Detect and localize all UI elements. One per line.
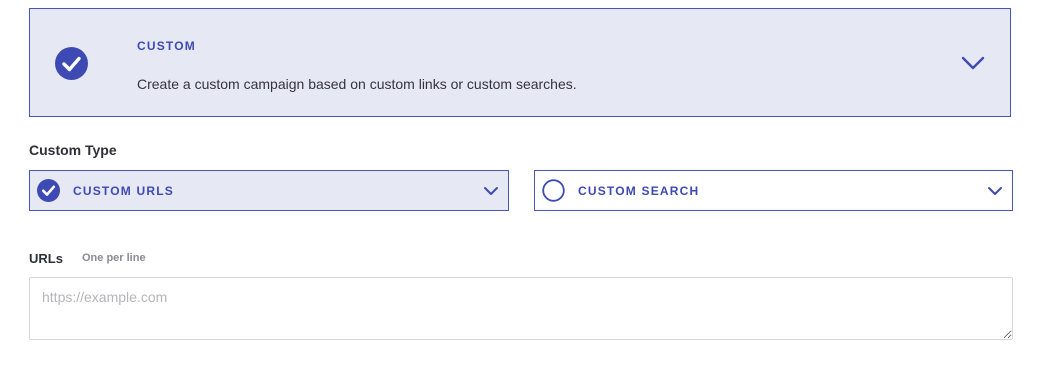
custom-urls-option[interactable]: CUSTOM URLS — [29, 170, 509, 211]
chevron-down-icon[interactable] — [987, 185, 1003, 197]
campaign-card-description: Create a custom campaign based on custom… — [137, 76, 577, 92]
custom-search-option[interactable]: CUSTOM SEARCH — [534, 170, 1013, 211]
chevron-down-icon[interactable] — [961, 55, 985, 71]
custom-urls-label: CUSTOM URLS — [73, 184, 174, 198]
urls-hint: One per line — [82, 252, 146, 264]
urls-label: URLs — [29, 251, 63, 266]
urls-textarea[interactable] — [29, 277, 1013, 340]
check-circle-icon — [55, 47, 88, 80]
campaign-type-card-custom[interactable]: CUSTOM Create a custom campaign based on… — [29, 8, 1011, 117]
radio-empty-icon — [542, 179, 565, 202]
custom-search-label: CUSTOM SEARCH — [578, 184, 700, 198]
check-circle-icon — [37, 179, 60, 202]
custom-type-label: Custom Type — [29, 142, 117, 158]
chevron-down-icon[interactable] — [483, 185, 499, 197]
campaign-card-title: CUSTOM — [137, 39, 196, 53]
